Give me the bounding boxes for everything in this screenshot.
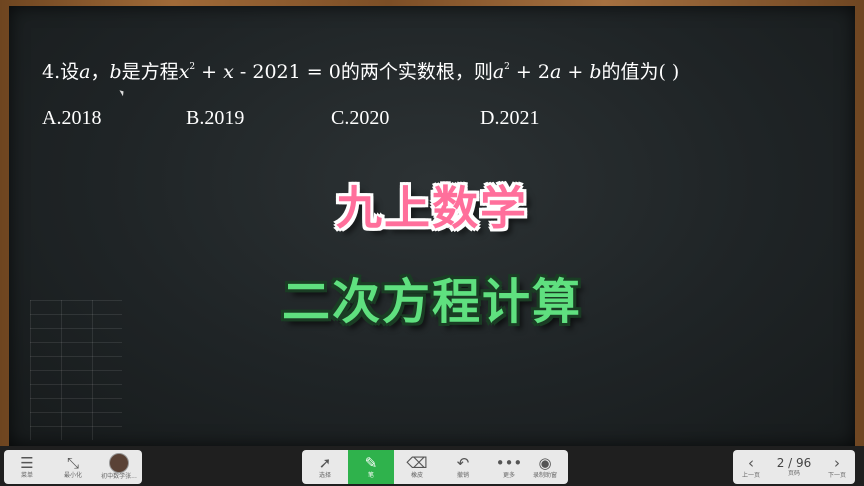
toolbar-pager-group: ‹ 上一页 2 / 96 页码 › 下一页	[733, 450, 855, 484]
toolbar-left-group: ☰ 菜单 ⤡ 最小化 初中数学张...	[4, 450, 142, 484]
minimize-button[interactable]: ⤡ 最小化	[50, 450, 96, 484]
title-sub: 二次方程计算	[281, 274, 582, 330]
avatar	[109, 453, 129, 473]
pen-icon: ✎	[364, 453, 378, 472]
undo-button[interactable]: ↶ 撤销	[440, 450, 486, 484]
select-tool-button[interactable]: ➚ 选择	[302, 450, 348, 484]
eraser-icon: ⌫	[406, 453, 428, 472]
minimize-icon: ⤡	[66, 453, 79, 472]
menu-button[interactable]: ☰ 菜单	[4, 450, 50, 484]
next-page-button[interactable]: › 下一页	[819, 450, 855, 484]
toolbar-tools-group: ➚ 选择 ✎ 笔 ⌫ 橡皮 ↶ 撤销 ••• 更多	[302, 450, 532, 484]
page-number: 2 / 96	[776, 456, 812, 470]
pen-tool-button[interactable]: ✎ 笔	[348, 450, 394, 484]
chevron-left-icon: ‹	[748, 453, 754, 472]
eraser-tool-button[interactable]: ⌫ 橡皮	[394, 450, 440, 484]
menu-icon: ☰	[20, 453, 34, 472]
chevron-right-icon: ›	[834, 453, 840, 472]
record-button[interactable]: ◉ 录制助窗	[522, 450, 568, 484]
more-dots-icon: •••	[495, 453, 523, 472]
option-c: C.2020	[331, 107, 390, 129]
cursor-arrow-icon: ➚	[318, 453, 332, 472]
record-icon: ◉	[538, 453, 552, 472]
option-d: D.2021	[480, 107, 540, 129]
account-button[interactable]: 初中数学张...	[96, 450, 142, 484]
toolbar-record-group: ◉ 录制助窗	[522, 450, 568, 484]
title-main: 九上数学	[336, 181, 528, 235]
prev-page-button[interactable]: ‹ 上一页	[733, 450, 769, 484]
option-b: B.2019	[186, 107, 245, 129]
undo-icon: ↶	[456, 453, 470, 472]
option-a: A.2018	[42, 107, 102, 129]
page-indicator[interactable]: 2 / 96 页码	[769, 450, 819, 484]
question-text: 4.设a，b是方程x2 + x - 2021 = 0的两个实数根，则a2 + 2…	[42, 61, 680, 83]
